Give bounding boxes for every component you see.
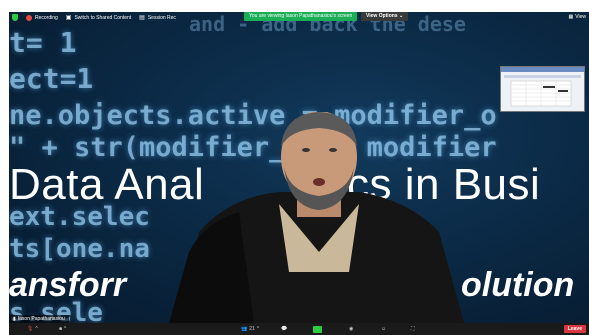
code-line: ts[one.na [9,234,150,264]
recording-indicator[interactable]: Recording [26,14,58,21]
session-rec-label: Session Rec [147,14,176,21]
code-line: ect=1 [9,62,94,95]
participant-name-tag: ▮ Iason Papathanasiou [9,315,69,323]
leave-button[interactable]: Leave [563,325,586,333]
spreadsheet-preview [504,75,581,107]
participants-icon: 👥 [241,326,248,332]
switch-content-button[interactable]: ▣ Switch to Shared Content [65,14,132,22]
session-rec-button[interactable]: ▤ Session Rec [139,14,176,22]
more-icon: ⛶ [411,326,415,332]
chevron-down-icon: ⌄ [398,13,404,19]
chevron-up-icon: ^ [256,326,260,332]
view-options-label: View Options [366,13,398,19]
security-indicator[interactable] [12,14,18,21]
grid-icon: ▦ [568,14,574,20]
chat-icon: 💬 [281,326,288,332]
meeting-toolbar: 🎙 ^ ■ ^ 👥 21 ^ 💬 ◉ ☺ ⛶ Leave [9,323,589,335]
more-button[interactable]: ⛶ [411,325,415,333]
top-control-bar: Recording ▣ Switch to Shared Content ▤ S… [9,12,589,24]
view-button[interactable]: ▦ View [569,14,586,20]
record-icon: ◉ [349,326,354,332]
presenter-video [169,112,464,323]
record-icon [26,14,32,21]
document-icon: ▤ [139,15,145,21]
reactions-icon: ☺ [381,326,387,332]
participant-name: Iason Papathanasiou [17,316,65,322]
share-screen-icon [313,325,322,333]
participants-count: 21 [249,326,255,332]
signal-icon: ▮ [13,316,16,322]
shared-screen-video: and - add back the dese t= 1 ect=1 ne.ob… [9,12,589,323]
shield-icon [12,14,18,21]
reactions-button[interactable]: ☺ [381,325,386,333]
screen-icon: ▣ [65,15,72,21]
microphone-muted-icon: 🎙 [27,326,34,332]
share-screen-button[interactable] [313,325,322,333]
chevron-up-icon: ^ [35,326,38,332]
record-button[interactable]: ◉ [349,325,353,333]
viewing-banner: You are viewing Iason Papathanasiou's sc… [244,12,358,21]
video-button[interactable]: ■ ^ [59,325,66,333]
switch-content-label: Switch to Shared Content [74,14,132,21]
chat-button[interactable]: 💬 [281,325,287,333]
recording-label: Recording [35,14,58,21]
mute-button[interactable]: 🎙 ^ [27,325,38,333]
code-line: t= 1 [9,26,77,59]
slide-subtitle-left: ansforr [9,266,127,304]
view-options-button[interactable]: View Options ⌄ [361,12,409,21]
participants-button[interactable]: 👥 21 ^ [241,325,259,333]
camera-off-icon: ■ [59,326,63,332]
chevron-up-icon: ^ [64,326,67,332]
view-label: View [575,14,586,20]
shared-screen-thumbnail[interactable] [500,66,585,112]
